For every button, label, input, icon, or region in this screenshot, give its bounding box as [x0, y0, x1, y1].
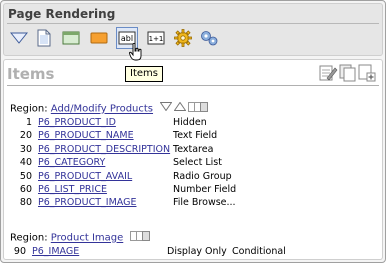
item-row: 80 P6_PRODUCT_IMAGE File Browse...	[16, 196, 376, 209]
gear-icon[interactable]	[172, 27, 194, 49]
item-sequence: 40	[19, 157, 32, 169]
item-sequence: 30	[19, 143, 32, 155]
item-name-link[interactable]: P6_CATEGORY	[38, 156, 105, 169]
item-condition: Conditional	[232, 246, 286, 257]
item-sequence: 50	[19, 170, 32, 182]
item-sequence: 90	[13, 246, 26, 257]
item-row: 60 P6_LIST_PRICE Number Field	[16, 183, 376, 196]
item-sequence: 60	[19, 184, 32, 195]
item-row: 40 P6_CATEGORY Select List	[16, 156, 376, 169]
computation-icon[interactable]: 1+1	[145, 27, 167, 49]
region-tools	[130, 231, 151, 244]
item-name-link[interactable]: P6_IMAGE	[32, 245, 79, 258]
page-rendering-header: Page Rendering abl 1+1	[3, 3, 383, 56]
item-row: 20 P6_PRODUCT_NAME Text Field	[16, 129, 376, 142]
header-title: Page Rendering	[8, 7, 116, 21]
item-type: Display Only	[167, 246, 227, 257]
region-icon[interactable]	[60, 27, 82, 49]
item-name-link[interactable]: P6_PRODUCT_AVAIL	[38, 170, 132, 183]
items-panel: Items Region: Add/Modify Products 1 P6_P…	[3, 59, 383, 260]
panel-title: Items	[7, 65, 55, 83]
item-type: Select List	[173, 157, 222, 169]
region-tools	[159, 101, 209, 115]
item-sequence: 80	[19, 197, 32, 209]
header-divider	[7, 23, 379, 24]
item-type: Hidden	[173, 117, 207, 128]
edit-all-icon[interactable]	[318, 64, 338, 85]
svg-text:abl: abl	[121, 34, 133, 43]
item-name-link[interactable]: P6_PRODUCT_NAME	[38, 129, 134, 142]
triangle-down-icon[interactable]	[159, 102, 173, 115]
region-header: Region: Product Image	[10, 231, 151, 244]
item-sequence: 20	[19, 130, 32, 142]
panel-tools	[318, 64, 376, 85]
grid-edit-icon[interactable]	[130, 231, 151, 244]
grid-edit-icon[interactable]	[188, 102, 209, 115]
item-row: 50 P6_PRODUCT_AVAIL Radio Group	[16, 170, 376, 183]
item-type: Radio Group	[173, 170, 232, 182]
region-header: Region: Add/Modify Products	[10, 101, 209, 115]
button-icon[interactable]	[88, 27, 110, 49]
create-icon[interactable]	[358, 64, 376, 85]
panel-divider	[7, 85, 379, 86]
triangle-up-icon[interactable]	[173, 101, 187, 115]
page-icon[interactable]	[33, 27, 55, 49]
item-row: 30 P6_PRODUCT_DESCRIPTION Textarea	[16, 143, 376, 156]
region-link-add-modify-products[interactable]: Add/Modify Products	[51, 104, 153, 115]
region-label: Region:	[10, 103, 48, 115]
item-type: File Browse...	[173, 197, 236, 209]
item-type: Text Field	[173, 130, 218, 142]
tooltip: Items	[125, 66, 163, 82]
copy-icon[interactable]	[338, 64, 358, 85]
item-row: 1 P6_PRODUCT_ID Hidden	[16, 116, 376, 129]
item-type: Number Field	[173, 184, 237, 195]
region-link-product-image[interactable]: Product Image	[51, 233, 123, 244]
region-label: Region:	[10, 232, 48, 244]
item-row: 90 P6_IMAGE Display Only Conditional	[10, 245, 370, 258]
item-name-link[interactable]: P6_PRODUCT_ID	[38, 116, 116, 129]
item-type: Textarea	[173, 143, 214, 155]
item-name-link[interactable]: P6_PRODUCT_DESCRIPTION	[38, 143, 170, 156]
shared-components-icon[interactable]	[198, 27, 220, 49]
page-rendering-window: Page Rendering abl 1+1 Items Items Regio…	[0, 0, 386, 263]
mouse-cursor-icon	[129, 42, 143, 64]
svg-text:1+1: 1+1	[149, 35, 164, 43]
item-name-link[interactable]: P6_PRODUCT_IMAGE	[38, 196, 136, 209]
triangle-down-icon[interactable]	[8, 27, 30, 49]
item-sequence: 1	[25, 117, 32, 128]
item-name-link[interactable]: P6_LIST_PRICE	[38, 183, 107, 196]
